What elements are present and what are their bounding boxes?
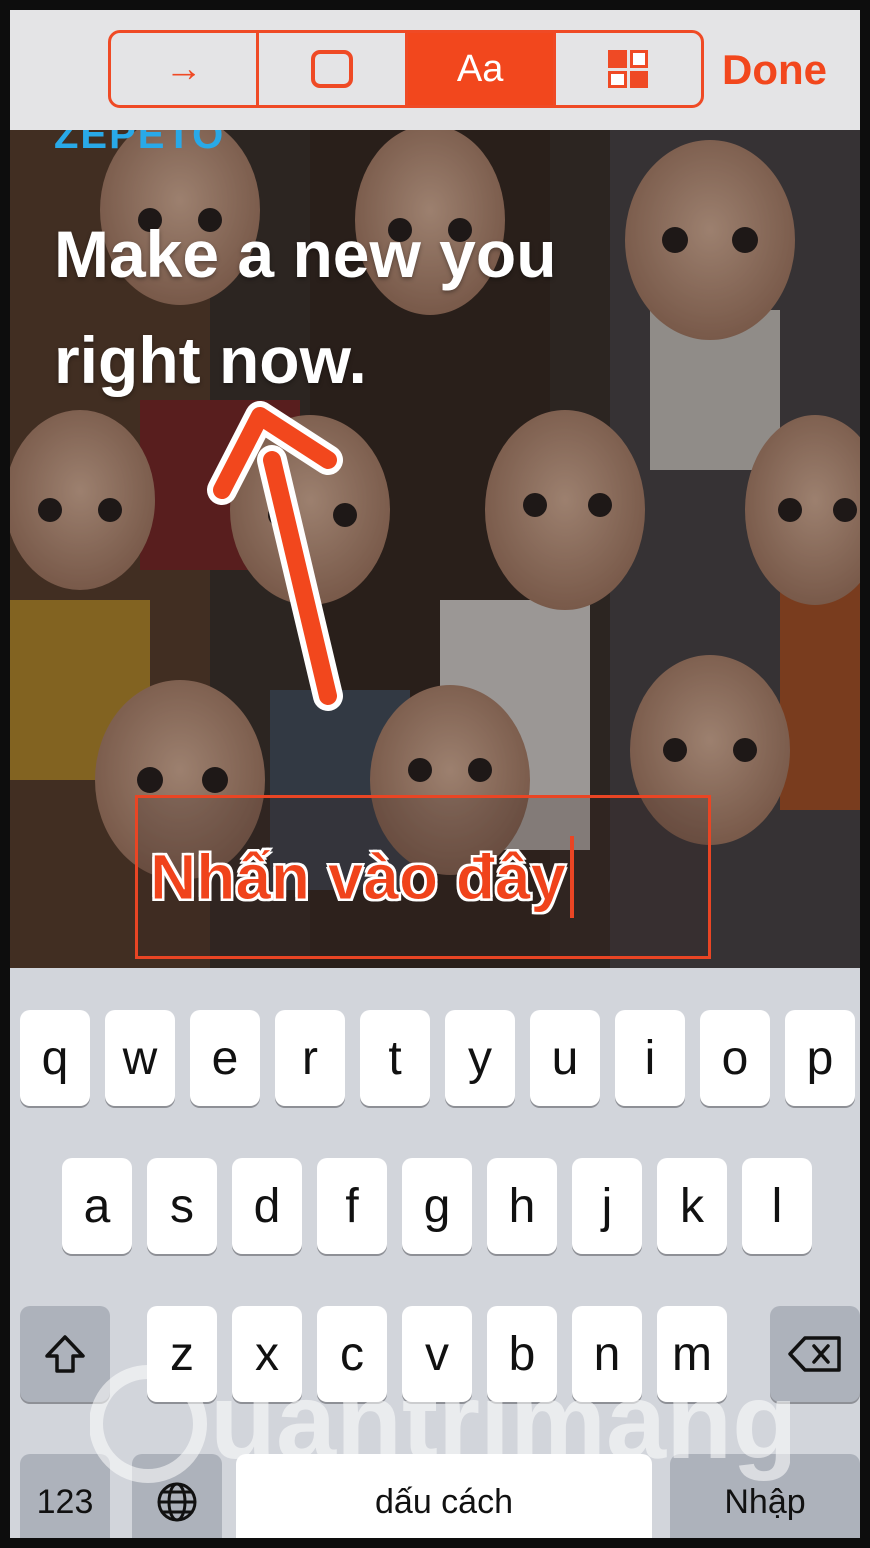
key-a[interactable]: a bbox=[62, 1158, 132, 1254]
annotation-text-box[interactable]: Nhấn vào đây bbox=[135, 795, 711, 959]
text-tool-button[interactable]: Aa bbox=[407, 33, 556, 105]
key-v[interactable]: v bbox=[402, 1306, 472, 1402]
markup-toolbar: → Aa Done bbox=[10, 10, 860, 140]
key-o[interactable]: o bbox=[700, 1010, 770, 1106]
text-cursor bbox=[570, 836, 575, 918]
brand-logo-text: ZEPETO bbox=[54, 130, 226, 156]
key-d[interactable]: d bbox=[232, 1158, 302, 1254]
globe-key[interactable] bbox=[132, 1454, 222, 1538]
key-e[interactable]: e bbox=[190, 1010, 260, 1106]
headline-line-1: Make a new you bbox=[54, 217, 557, 291]
pixelate-tool-button[interactable] bbox=[556, 33, 701, 105]
tool-segmented-control: → Aa bbox=[108, 30, 704, 108]
annotation-text: Nhấn vào đây bbox=[149, 841, 567, 914]
globe-icon bbox=[157, 1482, 197, 1522]
arrow-tool-button[interactable]: → bbox=[111, 33, 260, 105]
rectangle-icon bbox=[310, 50, 353, 88]
key-q[interactable]: q bbox=[20, 1010, 90, 1106]
key-x[interactable]: x bbox=[232, 1306, 302, 1402]
headline-line-2: right now. bbox=[54, 323, 367, 397]
rectangle-tool-button[interactable] bbox=[259, 33, 408, 105]
key-t[interactable]: t bbox=[360, 1010, 430, 1106]
key-u[interactable]: u bbox=[530, 1010, 600, 1106]
shift-key[interactable] bbox=[20, 1306, 110, 1402]
key-r[interactable]: r bbox=[275, 1010, 345, 1106]
image-canvas[interactable]: ZEPETO Make a new you right now. Nhấn và… bbox=[10, 130, 860, 970]
key-f[interactable]: f bbox=[317, 1158, 387, 1254]
key-c[interactable]: c bbox=[317, 1306, 387, 1402]
key-g[interactable]: g bbox=[402, 1158, 472, 1254]
delete-key[interactable] bbox=[770, 1306, 860, 1402]
space-key[interactable]: dấu cách bbox=[236, 1454, 652, 1538]
key-l[interactable]: l bbox=[742, 1158, 812, 1254]
text-icon: Aa bbox=[456, 47, 504, 90]
key-i[interactable]: i bbox=[615, 1010, 685, 1106]
backspace-icon bbox=[788, 1336, 841, 1372]
key-y[interactable]: y bbox=[445, 1010, 515, 1106]
key-j[interactable]: j bbox=[572, 1158, 642, 1254]
pixelate-icon bbox=[608, 50, 649, 88]
key-z[interactable]: z bbox=[147, 1306, 217, 1402]
return-key[interactable]: Nhập bbox=[670, 1454, 860, 1538]
key-m[interactable]: m bbox=[657, 1306, 727, 1402]
done-button[interactable]: Done bbox=[722, 40, 827, 100]
key-b[interactable]: b bbox=[487, 1306, 557, 1402]
key-k[interactable]: k bbox=[657, 1158, 727, 1254]
numbers-key[interactable]: 123 bbox=[20, 1454, 110, 1538]
shift-icon bbox=[45, 1335, 85, 1373]
key-w[interactable]: w bbox=[105, 1010, 175, 1106]
key-n[interactable]: n bbox=[572, 1306, 642, 1402]
arrow-icon: → bbox=[164, 47, 203, 90]
key-s[interactable]: s bbox=[147, 1158, 217, 1254]
keyboard: q w e r t y u i o p a s d f g h j k l z … bbox=[10, 968, 860, 1538]
screen: → Aa Done ZEPETO Make a new you right no… bbox=[0, 0, 870, 1548]
key-p[interactable]: p bbox=[785, 1010, 855, 1106]
key-h[interactable]: h bbox=[487, 1158, 557, 1254]
